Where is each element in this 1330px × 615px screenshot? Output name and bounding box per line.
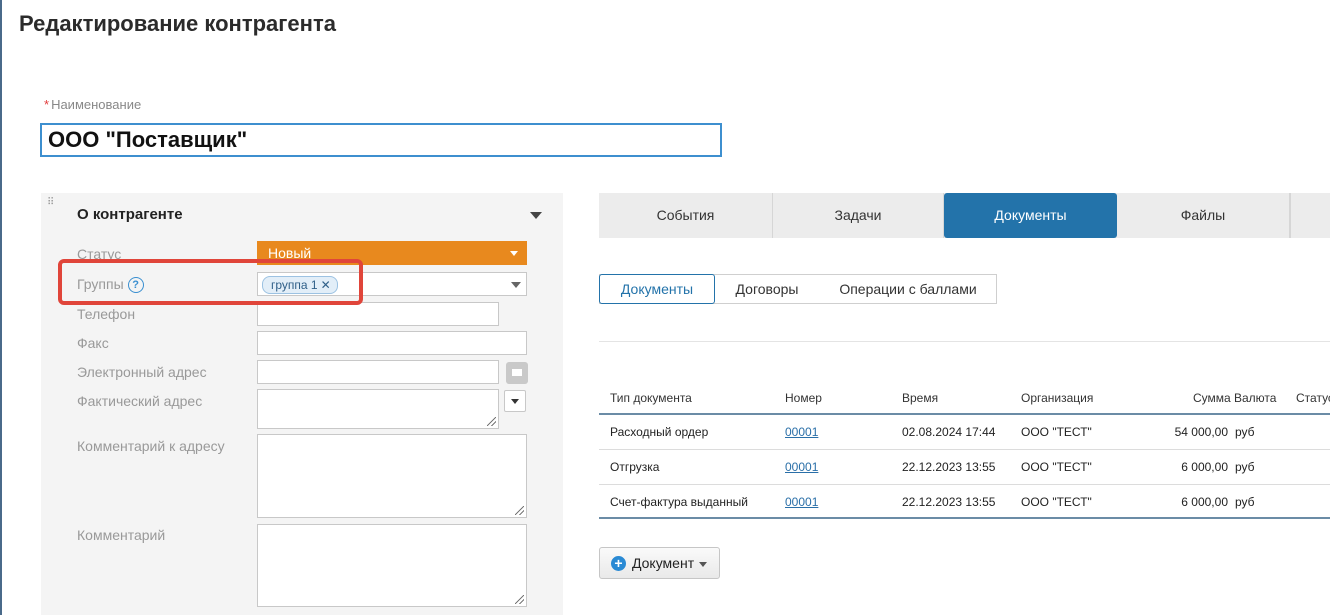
cell-sum: 6 000,00 [1181, 460, 1228, 474]
row-divider [599, 449, 1330, 450]
cell-organization: ООО "ТЕСТ" [1021, 460, 1092, 474]
column-header-sum[interactable]: Сумма [1193, 391, 1231, 405]
subtab-points-operations[interactable]: Операции с баллами [825, 275, 991, 303]
tab-documents[interactable]: Документы [944, 193, 1117, 238]
cell-currency: руб [1235, 460, 1255, 474]
groups-select[interactable]: группа 1 ✕ [257, 272, 527, 296]
subtab-contracts[interactable]: Договоры [721, 275, 813, 303]
chevron-down-icon [510, 251, 518, 256]
cell-organization: ООО "ТЕСТ" [1021, 495, 1092, 509]
mail-icon[interactable] [506, 362, 528, 384]
email-label: Электронный адрес [77, 364, 207, 380]
document-subtabs: Документы Договоры Операции с баллами [599, 274, 997, 304]
groups-label: Группы? [77, 276, 144, 294]
tab-files[interactable]: Файлы [1117, 193, 1290, 238]
cell-time: 22.12.2023 13:55 [902, 460, 996, 474]
cell-sum: 54 000,00 [1174, 425, 1228, 439]
column-header-type[interactable]: Тип документа [610, 391, 692, 405]
required-mark: * [44, 97, 50, 112]
status-label: Статус [77, 246, 122, 262]
column-header-status[interactable]: Статус [1296, 391, 1330, 405]
chevron-down-icon [699, 562, 707, 567]
address-label: Фактический адрес [77, 393, 203, 409]
column-header-organization[interactable]: Организация [1021, 391, 1093, 405]
phone-input[interactable] [257, 302, 499, 326]
remove-tag-icon[interactable]: ✕ [321, 278, 331, 292]
window-edge [0, 0, 2, 615]
divider [599, 341, 1330, 342]
cell-type: Отгрузка [610, 460, 660, 474]
tab-events[interactable]: События [599, 193, 773, 238]
status-select[interactable]: Новый [257, 241, 527, 265]
help-icon[interactable]: ? [127, 277, 144, 294]
resize-handle-icon[interactable] [487, 417, 496, 426]
drag-handle-icon[interactable]: ⠿ [47, 197, 54, 208]
tab-more[interactable] [1290, 193, 1330, 238]
column-header-currency[interactable]: Валюта [1234, 391, 1276, 405]
counterparty-panel: ⠿ О контрагенте Статус Новый Группы? гру… [41, 193, 563, 615]
document-number-link[interactable]: 00001 [785, 425, 818, 439]
comment-label: Комментарий [77, 527, 166, 543]
tab-tasks[interactable]: Задачи [773, 193, 944, 238]
chevron-down-icon [511, 282, 521, 288]
table-header-divider [599, 413, 1330, 415]
column-header-number[interactable]: Номер [785, 391, 822, 405]
status-value: Новый [268, 245, 312, 261]
cell-type: Расходный ордер [610, 425, 709, 439]
document-number-link[interactable]: 00001 [785, 495, 818, 509]
name-label-text: Наименование [51, 97, 142, 112]
cell-time: 02.08.2024 17:44 [902, 425, 996, 439]
comment-textarea[interactable] [257, 524, 527, 607]
fax-label: Факс [77, 335, 109, 351]
row-divider [599, 484, 1330, 485]
table-bottom-divider [599, 517, 1330, 519]
add-document-label: Документ [632, 555, 695, 571]
cell-sum: 6 000,00 [1181, 495, 1228, 509]
add-document-button[interactable]: + Документ [599, 547, 720, 579]
fax-input[interactable] [257, 331, 527, 355]
cell-organization: ООО "ТЕСТ" [1021, 425, 1092, 439]
resize-handle-icon[interactable] [515, 506, 524, 515]
group-tag-label: группа 1 [271, 278, 318, 292]
address-comment-label: Комментарий к адресу [77, 438, 225, 454]
name-label: * Наименование [44, 97, 141, 112]
collapse-arrow-icon[interactable] [530, 212, 542, 219]
address-comment-textarea[interactable] [257, 434, 527, 518]
document-number-link[interactable]: 00001 [785, 460, 818, 474]
cell-currency: руб [1235, 495, 1255, 509]
plus-icon: + [611, 556, 626, 571]
resize-handle-icon[interactable] [515, 595, 524, 604]
cell-type: Счет-фактура выданный [610, 495, 748, 509]
groups-label-text: Группы [77, 276, 124, 292]
address-dropdown-button[interactable] [504, 390, 526, 412]
subtab-documents[interactable]: Документы [599, 274, 715, 304]
column-header-time[interactable]: Время [902, 391, 938, 405]
panel-title: О контрагенте [77, 206, 183, 223]
page-title: Редактирование контрагента [19, 11, 336, 36]
cell-currency: руб [1235, 425, 1255, 439]
group-tag: группа 1 ✕ [262, 276, 338, 294]
cell-time: 22.12.2023 13:55 [902, 495, 996, 509]
main-tabs: События Задачи Документы Файлы [599, 193, 1330, 238]
phone-label: Телефон [77, 306, 136, 322]
email-input[interactable] [257, 360, 499, 384]
address-textarea[interactable] [257, 389, 499, 429]
name-input[interactable]: ООО "Поставщик" [40, 123, 722, 157]
